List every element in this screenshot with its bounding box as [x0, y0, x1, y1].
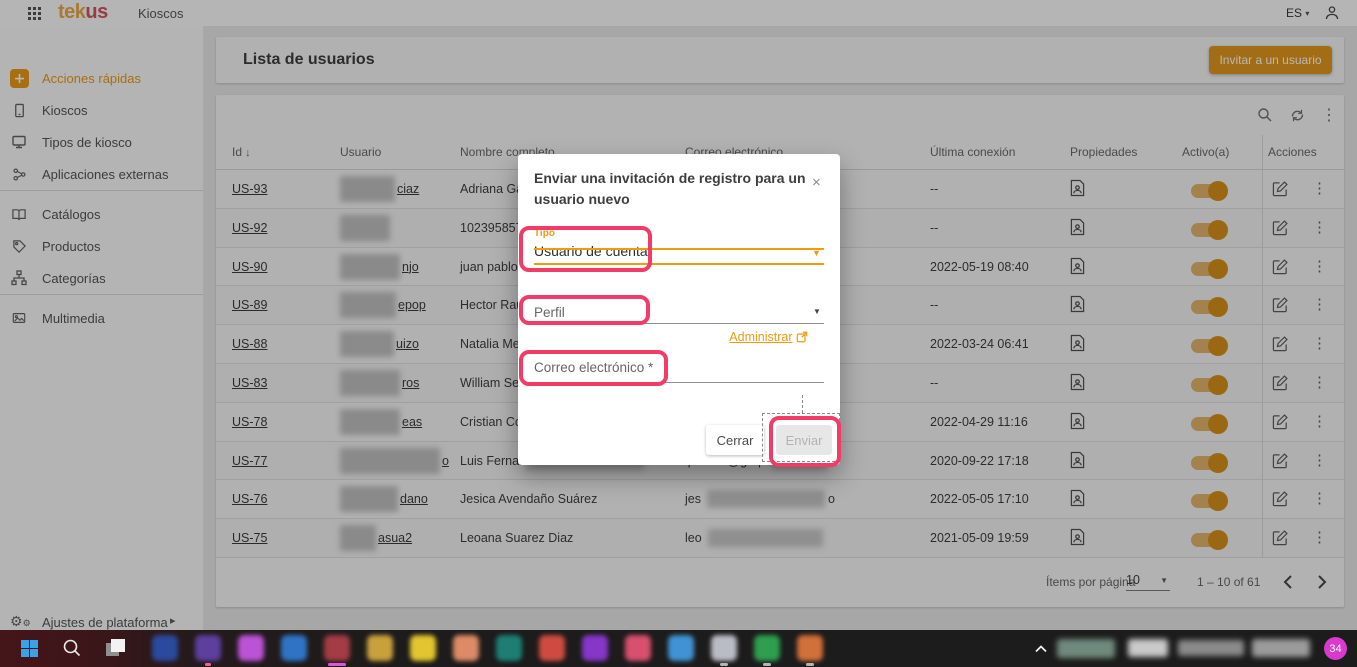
correo-input[interactable]: Correo electrónico *: [534, 360, 653, 375]
enviar-button[interactable]: Enviar: [776, 425, 832, 455]
chevron-down-icon: ▼: [813, 307, 821, 316]
tray-chevron-up-icon[interactable]: [1034, 641, 1048, 659]
invite-user-dialog: Enviar una invitación de registro para u…: [518, 154, 840, 465]
tipo-field-label: Tipo: [534, 228, 555, 239]
app-icon-2[interactable]: [195, 635, 221, 661]
app-icon-4[interactable]: [281, 635, 307, 661]
app-icon-9[interactable]: [496, 635, 522, 661]
notification-badge[interactable]: 34: [1324, 637, 1347, 660]
dialog-actions: Cerrar Enviar: [518, 425, 840, 455]
dialog-title: Enviar una invitación de registro para u…: [534, 170, 806, 207]
app-icon-6[interactable]: [367, 635, 393, 661]
start-icon[interactable]: [21, 640, 38, 657]
close-icon[interactable]: ×: [812, 174, 821, 191]
running-app-indicator: [720, 663, 728, 666]
tray-icons-redacted: [1057, 639, 1115, 658]
perfil-select[interactable]: Perfil: [534, 305, 565, 320]
app-icon-10[interactable]: [539, 635, 565, 661]
windows-taskbar: [0, 630, 1357, 667]
app-icon-3[interactable]: [238, 635, 264, 661]
running-app-indicator: [205, 663, 211, 666]
running-app-indicator: [328, 663, 346, 666]
running-app-indicator: [763, 663, 771, 666]
cerrar-button[interactable]: Cerrar: [706, 425, 764, 455]
app-icon-12[interactable]: [625, 635, 651, 661]
app-icon-13[interactable]: [668, 635, 694, 661]
chevron-down-icon: ▼: [812, 248, 821, 258]
tipo-select[interactable]: Usuario de cuenta: [534, 243, 648, 259]
tray-icons-redacted: [1178, 640, 1244, 656]
app-icon-5[interactable]: [324, 635, 350, 661]
tray-icons-redacted: [1252, 639, 1310, 657]
administrar-link[interactable]: Administrar: [518, 330, 808, 344]
app-icon-11[interactable]: [582, 635, 608, 661]
tipo-underline: [534, 248, 824, 250]
external-link-icon: [796, 331, 808, 343]
app-icon-8[interactable]: [453, 635, 479, 661]
running-app-indicator: [806, 663, 814, 666]
app-icon-15[interactable]: [754, 635, 780, 661]
task-view-icon[interactable]: [106, 639, 126, 657]
app-icon-1[interactable]: [152, 635, 178, 661]
correo-underline: [534, 382, 824, 383]
app-icon-14[interactable]: [711, 635, 737, 661]
app-icon-16[interactable]: [797, 635, 823, 661]
search-icon[interactable]: [62, 638, 82, 663]
clock-redacted[interactable]: [1128, 639, 1168, 657]
perfil-underline: [534, 323, 824, 324]
app-icon-7[interactable]: [410, 635, 436, 661]
